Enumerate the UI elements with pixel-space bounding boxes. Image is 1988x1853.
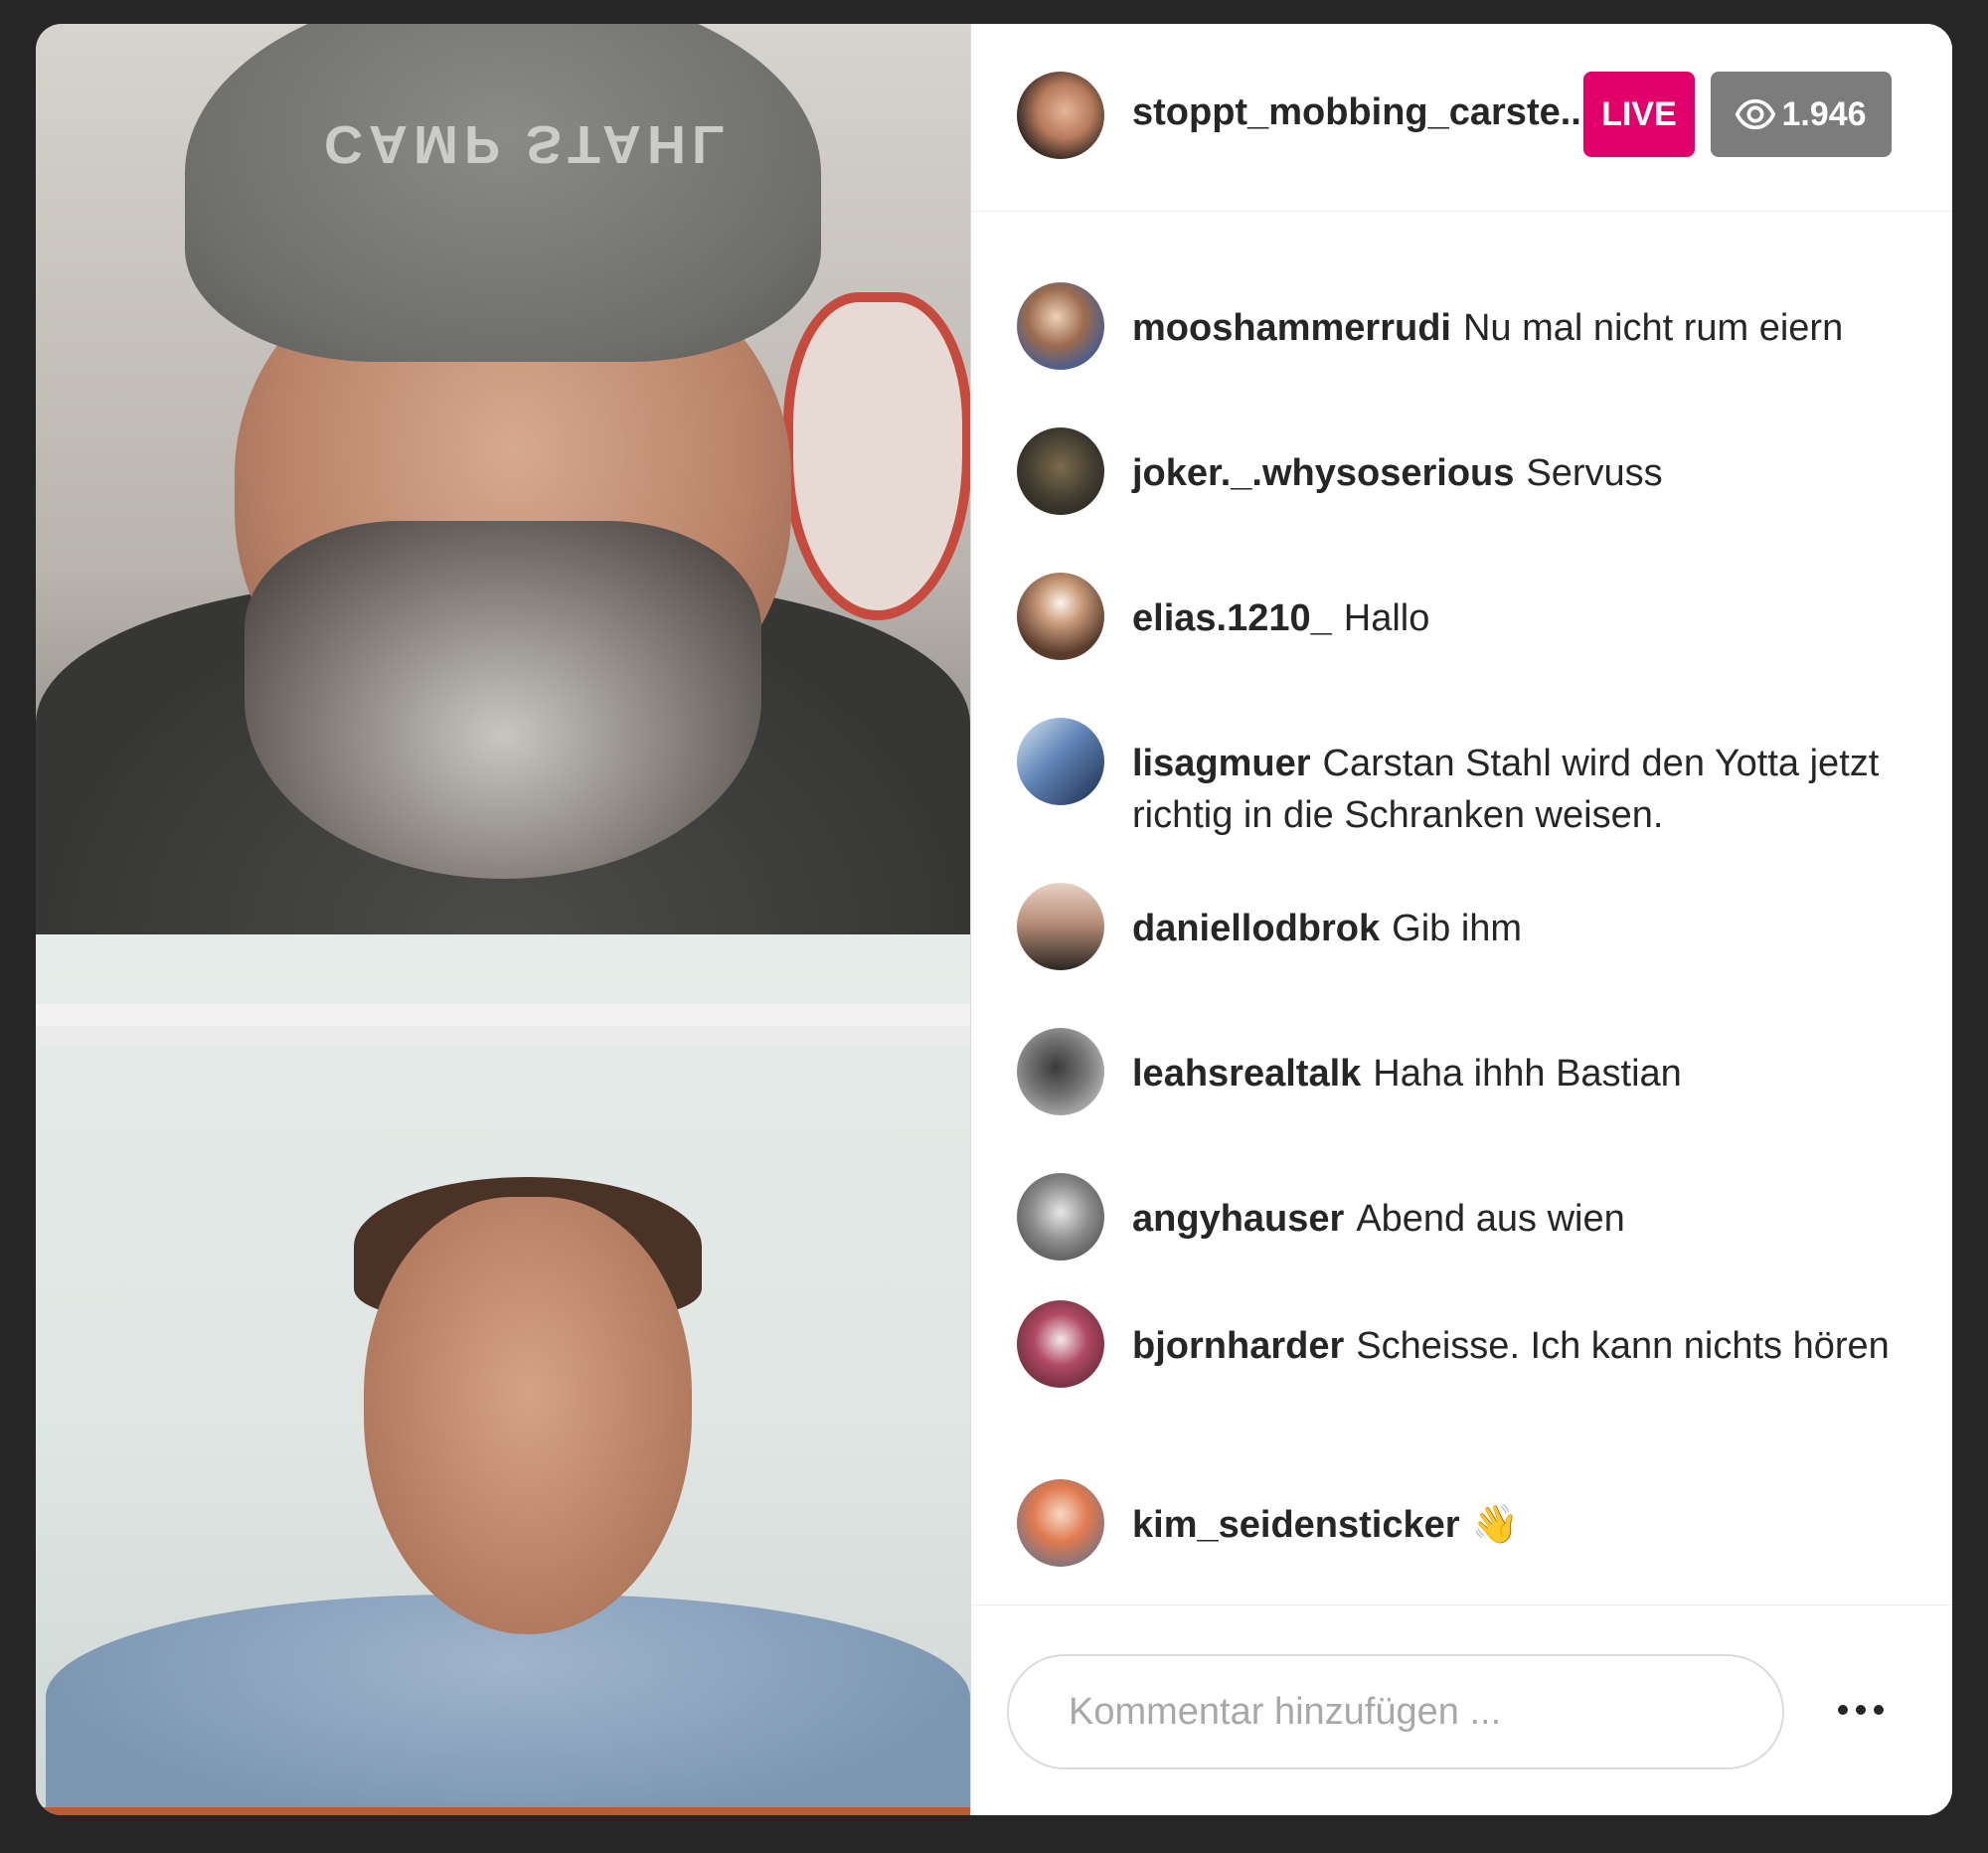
host-username[interactable]: stoppt_mobbing_carste.. — [1132, 91, 1581, 134]
comment-message: Gib ihm — [1392, 908, 1523, 949]
viewer-count-badge[interactable]: 1.946 — [1711, 72, 1892, 157]
live-window: CAMP STAHL stoppt_mobbing_carste.. LIVE … — [36, 24, 1952, 1815]
comment-message: Servuss — [1526, 452, 1663, 494]
beanie-print: CAMP STAHL — [324, 114, 731, 174]
comment-message: Haha ihhh Bastian — [1373, 1053, 1682, 1095]
comment-message: Scheisse. Ich kann nichts hören — [1356, 1325, 1890, 1367]
live-video[interactable]: CAMP STAHL — [36, 24, 970, 1815]
comment-body: leahsrealtalk Haha ihhh Bastian — [1132, 1048, 1907, 1099]
live-chat-panel: stoppt_mobbing_carste.. LIVE 1.946 moosh… — [970, 24, 1952, 1815]
comment-username[interactable]: elias.1210_ — [1132, 597, 1332, 639]
comment-body: angyhauser Abend aus wien — [1132, 1193, 1907, 1245]
commenter-avatar[interactable] — [1017, 718, 1104, 805]
comment-username[interactable]: kim_seidensticker — [1132, 1504, 1460, 1546]
comment-body: bjornharder Scheisse. Ich kann nichts hör… — [1132, 1320, 1907, 1372]
comment-body: daniellodbrok Gib ihm — [1132, 903, 1907, 954]
screen-titlebar — [36, 1026, 970, 1044]
wall-sticker — [783, 292, 970, 620]
comment-message: Hallo — [1343, 597, 1430, 639]
host-video-feed: CAMP STAHL — [36, 24, 970, 934]
screen-menubar — [36, 1004, 970, 1027]
comment-body: mooshammerrudi Nu mal nicht rum eiern — [1132, 302, 1907, 354]
guest-face — [364, 1197, 692, 1634]
video-bottom-edge — [36, 1807, 970, 1815]
comment-message: Nu mal nicht rum eiern — [1462, 307, 1844, 349]
comment-body: elias.1210_ Hallo — [1132, 592, 1907, 644]
host-avatar[interactable] — [1017, 72, 1104, 159]
comment-username[interactable]: leahsrealtalk — [1132, 1053, 1361, 1095]
commenter-avatar[interactable] — [1017, 1479, 1104, 1567]
eye-icon — [1736, 98, 1776, 130]
live-badge: LIVE — [1583, 72, 1695, 157]
comment-username[interactable]: lisagmuer — [1132, 743, 1311, 784]
comment-message: 👋 — [1471, 1504, 1519, 1546]
comment-username[interactable]: daniellodbrok — [1132, 908, 1380, 949]
comment-input[interactable] — [1007, 1654, 1784, 1769]
comment-body: joker._.whysoserious Servuss — [1132, 447, 1907, 499]
more-options-icon — [1834, 1705, 1888, 1715]
host-beard — [245, 521, 761, 879]
comment-body: kim_seidensticker 👋 — [1132, 1499, 1907, 1551]
comment-body: lisagmuer Carstan Stahl wird den Yotta je… — [1132, 738, 1907, 841]
commenter-avatar[interactable] — [1017, 282, 1104, 370]
comment-username[interactable]: mooshammerrudi — [1132, 307, 1451, 349]
commenter-avatar[interactable] — [1017, 573, 1104, 660]
commenter-avatar[interactable] — [1017, 1173, 1104, 1261]
commenter-avatar[interactable] — [1017, 1300, 1104, 1388]
commenter-avatar[interactable] — [1017, 883, 1104, 970]
chat-header: stoppt_mobbing_carste.. LIVE 1.946 — [971, 24, 1952, 212]
comment-username[interactable]: bjornharder — [1132, 1325, 1344, 1367]
commenter-avatar[interactable] — [1017, 1028, 1104, 1115]
commenter-avatar[interactable] — [1017, 427, 1104, 515]
comment-username[interactable]: joker._.whysoserious — [1132, 452, 1514, 494]
viewer-count: 1.946 — [1781, 94, 1867, 133]
more-options-button[interactable] — [1826, 1680, 1896, 1740]
comment-username[interactable]: angyhauser — [1132, 1198, 1344, 1240]
host-beanie — [185, 24, 821, 362]
comment-message: Abend aus wien — [1356, 1198, 1625, 1240]
composer-divider — [971, 1604, 1952, 1605]
guest-video-feed — [36, 934, 970, 1815]
